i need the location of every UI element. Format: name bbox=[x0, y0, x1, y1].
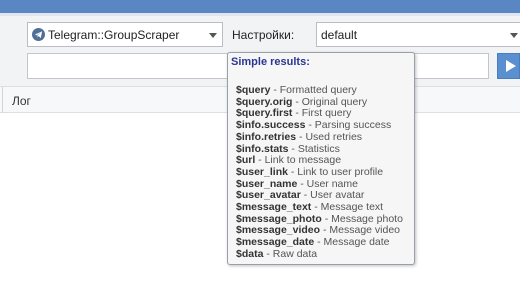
telegram-icon bbox=[32, 28, 45, 41]
variable-name: $user_avatar bbox=[236, 189, 301, 202]
variable-name: $message_video bbox=[236, 224, 321, 237]
settings-select-value: default bbox=[321, 28, 358, 42]
variable-description: - Message date bbox=[314, 236, 390, 249]
variable-name: $user_name bbox=[236, 177, 298, 190]
run-button[interactable] bbox=[497, 53, 520, 79]
variable-description: - Message text bbox=[311, 201, 384, 214]
variable-description: - Message photo bbox=[321, 212, 403, 225]
variable-description: - User name bbox=[297, 177, 358, 190]
settings-select[interactable]: default bbox=[316, 22, 520, 47]
results-tooltip: Simple results: $query - Formatted query… bbox=[227, 52, 415, 265]
scraper-select[interactable]: Telegram::GroupScraper bbox=[27, 22, 223, 47]
variable-name: $url bbox=[236, 154, 256, 167]
variable-description: - Original query bbox=[292, 95, 368, 108]
variable-description: - First query bbox=[292, 107, 352, 120]
log-label: Лог bbox=[12, 94, 31, 108]
chevron-down-icon bbox=[510, 33, 518, 38]
tooltip-title: Simple results: bbox=[231, 56, 310, 68]
variable-name: $user_link bbox=[236, 165, 288, 178]
variable-name: $query.first bbox=[236, 107, 293, 120]
variable-name: $query bbox=[236, 84, 271, 96]
settings-label: Настройки: bbox=[232, 28, 295, 42]
variable-name: $info.success bbox=[236, 119, 306, 132]
scraper-select-value: Telegram::GroupScraper bbox=[48, 28, 180, 42]
variable-name: $message_photo bbox=[236, 212, 322, 225]
tooltip-variable-list: $query - Formatted query $query.orig - Or… bbox=[236, 84, 403, 261]
variable-name: $info.retries bbox=[236, 130, 297, 143]
play-icon bbox=[506, 60, 516, 72]
variable-name: $message_date bbox=[236, 236, 315, 249]
variable-description: - Formatted query bbox=[270, 84, 357, 96]
variable-name: $query.orig bbox=[236, 95, 293, 108]
tooltip-variable-item: $data - Raw data bbox=[236, 247, 403, 261]
variable-description: - User avatar bbox=[300, 189, 365, 202]
chevron-down-icon bbox=[209, 33, 217, 38]
variable-description: - Raw data bbox=[263, 247, 318, 260]
variable-description: - Parsing success bbox=[305, 119, 392, 132]
variable-name: $info.stats bbox=[236, 142, 289, 155]
variable-description: - Link to user profile bbox=[287, 165, 384, 178]
variable-name: $message_text bbox=[236, 201, 312, 214]
title-bar bbox=[0, 0, 520, 16]
variable-description: - Link to message bbox=[255, 154, 342, 167]
variable-description: - Statistics bbox=[288, 142, 340, 155]
variable-description: - Used retries bbox=[296, 130, 363, 143]
variable-description: - Message video bbox=[320, 224, 401, 237]
variable-name: $data bbox=[236, 247, 264, 260]
